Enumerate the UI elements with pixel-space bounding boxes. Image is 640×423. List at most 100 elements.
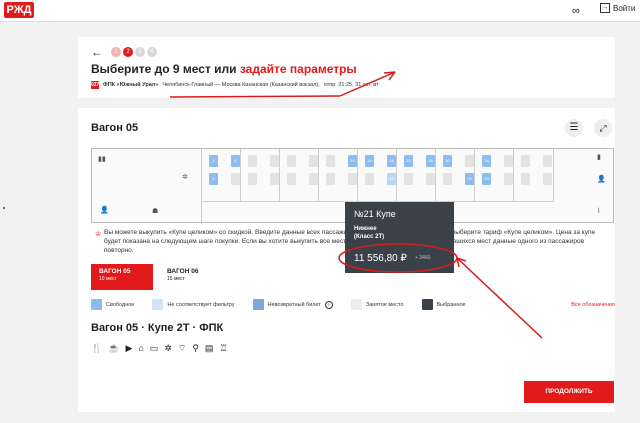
seat-occupied [231,173,240,185]
progress-steps: 1 2 3 4 [111,47,157,57]
coffee-icon: ☕ [108,343,120,353]
all-marks-link[interactable]: Все обозначения [571,302,615,308]
train-info: 027 ФПК «Южный Урал» Челябинск-Главный —… [91,81,379,89]
tab-wagon-06[interactable]: ВАГОН 06 15 мест [159,264,221,290]
legend-selected: Выбранное [421,299,466,310]
legend-swatch [421,299,433,310]
cleaning-icon: ♖ [219,343,228,353]
legend-label: Выбранное [436,301,466,308]
step-2: 2 [123,47,133,57]
person-icon: ☗ [152,208,159,215]
gear-icon: ✲ [182,174,188,181]
info-icon[interactable]: i [324,300,333,309]
tab-title: ВАГОН 05 [99,268,131,275]
fullscreen-icon[interactable]: ⤢ [594,119,612,137]
train-number: 027 [91,81,100,89]
back-arrow-icon[interactable]: ← [91,45,103,59]
legend-nonrefund: Невозвратный билет i [252,299,333,310]
legend-label: Не соответствует фильтру [167,301,235,308]
login-button[interactable]: → Войти [600,3,635,13]
seat-occupied [270,155,279,167]
wifi-icon: ⌔ [177,343,187,353]
seat-26[interactable]: 26 [426,155,435,167]
tooltip-bonus: + 3460 [415,255,431,261]
seat-occupied [248,155,257,167]
seat-6[interactable]: 6 [231,155,240,167]
top-bar: РЖД ∞ → Войти [0,0,640,22]
seat-30[interactable]: 30 [443,155,452,167]
seat-occupied [426,173,435,185]
seat-tooltip: №21 Купе Нижнее (Класс 2Т) 11 556,80 ₽ +… [345,202,454,273]
ac-icon: ✲ [164,343,172,353]
selection-header-card: ← 1 2 3 4 Выберите до 9 мест или задайте… [78,37,615,98]
legend-label: Занятое место [365,301,404,308]
seat-occupied [443,173,452,185]
wc-icon: 👤 [100,207,109,214]
tab-sub: 10 мест [99,276,117,282]
seat-33[interactable]: 33 [482,173,491,185]
seat-occupied [309,173,318,185]
tooltip-position: Нижнее [354,226,377,232]
side-mark [3,207,5,209]
glasses-icon[interactable]: ∞ [572,5,580,17]
legend-label: Невозвратный билет [267,301,321,308]
login-icon: → [600,3,610,13]
wagon-title: Вагон 05 [91,122,139,134]
seat-22[interactable]: 22 [404,155,413,167]
seat-29[interactable]: 29 [465,173,474,185]
step-1: 1 [111,47,121,57]
seat-occupied [365,173,374,185]
seat-2[interactable]: 2 [209,155,218,167]
continue-button[interactable]: ПРОДОЛЖИТЬ [524,381,614,403]
service-area-right [554,149,615,224]
service-icon-right: ▮ [597,154,601,161]
seat-occupied [504,155,513,167]
set-params-link[interactable]: задайте параметры [240,62,357,76]
train-departure: отпр. 21:25, 31 окт, вт [323,82,379,88]
seat-occupied [521,155,530,167]
train-route: Челябинск-Главный — Москва Казанская (Ка… [162,82,320,88]
seat-occupied [348,173,357,185]
step-4: 4 [147,47,157,57]
seat-occupied [270,173,279,185]
legend-mismatch: Не соответствует фильтру [152,299,235,310]
seat-1[interactable]: 1 [209,173,218,185]
wagon-tabs: ВАГОН 05 10 мест ВАГОН 06 15 мест [91,264,221,290]
legend-swatch [252,299,264,310]
seat-occupied [326,173,335,185]
seat-occupied [287,155,296,167]
tooltip-class: (Класс 2Т) [354,234,385,240]
tab-title: ВАГОН 06 [167,268,199,275]
tv-icon: ▶ [125,343,133,353]
page-title-main: Выберите до 9 мест или [91,62,240,76]
seat-occupied [404,173,413,185]
page-title: Выберите до 9 мест или задайте параметры [91,62,357,76]
rzd-logo[interactable]: РЖД [4,2,34,18]
step-3: 3 [135,47,145,57]
seat-21[interactable]: 21 [387,173,396,185]
seat-occupied [287,173,296,185]
seat-18[interactable]: 18 [387,155,396,167]
legend-free: Свободное [91,299,134,310]
seat-14[interactable]: 14 [365,155,374,167]
wagon-subtitle: Вагон 05 · Купе 2Т · ФПК [91,322,224,334]
seat-10[interactable]: 10 [348,155,357,167]
list-icon[interactable]: ☰ [565,119,583,137]
login-label: Войти [613,3,636,13]
tab-sub: 15 мест [167,276,185,282]
seat-34[interactable]: 34 [482,155,491,167]
seat-occupied [521,173,530,185]
seat-occupied [543,173,552,185]
seat-occupied [504,173,513,185]
legend-swatch [91,299,102,310]
wc-icon-right: 👤 [597,176,606,183]
seat-occupied [248,173,257,185]
seat-occupied [326,155,335,167]
press-icon: ▤ [204,343,214,353]
tab-wagon-05[interactable]: ВАГОН 05 10 мест [91,264,153,290]
info-bell-icon: ♔ [95,231,102,238]
service-icon: ▮▮ [98,156,106,163]
legend-occupied: Занятое место [350,299,404,310]
legend-swatch [152,299,164,310]
stairs-icon: ⌇ [597,208,601,215]
